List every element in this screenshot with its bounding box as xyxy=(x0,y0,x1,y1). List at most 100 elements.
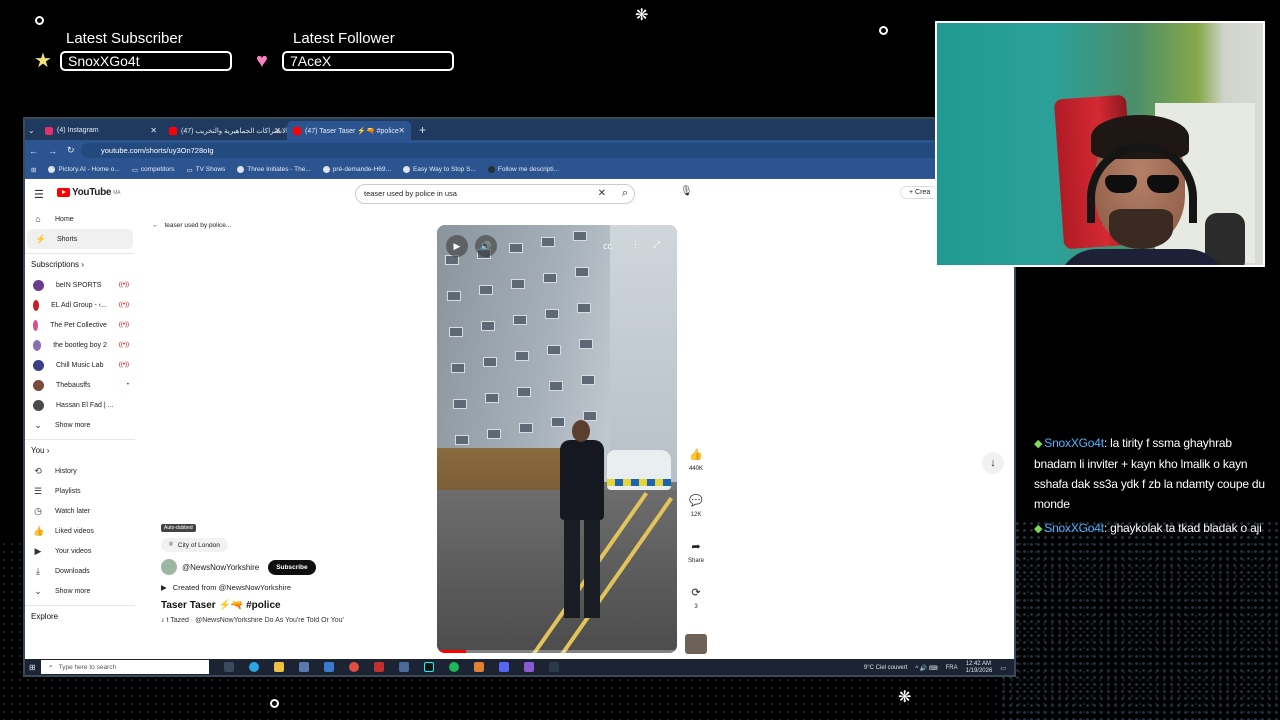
bookmark-item[interactable]: Three Initiates - The... xyxy=(237,166,311,173)
address-bar[interactable]: youtube.com/shorts/uy3On728oIg xyxy=(81,143,994,158)
play-button-icon[interactable]: ▶ xyxy=(446,235,468,257)
watch-later-icon: ◷ xyxy=(34,505,42,516)
search-icon[interactable]: ⌕ xyxy=(622,184,628,202)
remix-button[interactable]: ⟳ 3 xyxy=(685,587,707,633)
subscription-item[interactable]: Chill Music Lab ((•)) xyxy=(25,355,135,375)
close-icon[interactable]: ✕ xyxy=(150,126,157,135)
more-options-icon[interactable]: ⋮ xyxy=(631,239,640,250)
app-icon[interactable] xyxy=(524,662,534,672)
next-short-button[interactable]: ↓ xyxy=(982,452,1004,474)
comments-button[interactable]: 💬 12K xyxy=(685,495,707,541)
tiktok-icon[interactable] xyxy=(424,662,434,672)
windows-start-icon[interactable]: ⊞ xyxy=(29,663,36,672)
sidebar-item-home[interactable]: ⌂ Home xyxy=(25,209,135,229)
task-view-icon[interactable] xyxy=(224,662,234,672)
show-more-you[interactable]: ⌄ Show more xyxy=(25,581,135,601)
channel-avatar[interactable] xyxy=(161,559,177,575)
obs-icon[interactable] xyxy=(374,662,384,672)
explore-heading[interactable]: Explore xyxy=(25,605,135,627)
channel-avatar xyxy=(33,319,39,331)
discord-icon[interactable] xyxy=(499,662,509,672)
bookmark-item[interactable]: Pictory.AI - Home o... xyxy=(48,166,120,173)
subscription-item[interactable]: Thebausffs • xyxy=(25,375,135,395)
edge-icon[interactable] xyxy=(249,662,259,672)
file-explorer-icon[interactable] xyxy=(274,662,284,672)
subscription-item[interactable]: beIN SPORTS ((•)) xyxy=(25,275,135,295)
webcam-person-body xyxy=(1057,249,1227,265)
tab-taser-short[interactable]: (47) Taser Taser ⚡🔫 #police ✕ xyxy=(287,121,411,140)
tab-youtube-arabic[interactable]: (47) الاشتراكات الجماهيرية والتخريب... ✕ xyxy=(163,121,287,140)
sidebar-item-history[interactable]: ⟲ History xyxy=(25,461,135,481)
short-video-player[interactable]: ▶ 🔊 ㏄ ⋮ ⤢ xyxy=(437,225,677,653)
video-progress-bar[interactable] xyxy=(437,650,677,653)
bookmark-item[interactable]: pré-demande-H69... xyxy=(322,166,391,173)
subscription-item[interactable]: the bootleg boy 2 ((•)) xyxy=(25,335,135,355)
subscriptions-heading[interactable]: Subscriptions › xyxy=(25,253,135,275)
app-icon[interactable] xyxy=(324,662,334,672)
captions-icon[interactable]: ㏄ xyxy=(603,239,612,252)
clear-search-icon[interactable]: ✕ xyxy=(598,185,606,203)
location-chip[interactable]: ⌾ City of London xyxy=(161,538,228,552)
sidebar-item-watch-later[interactable]: ◷ Watch later xyxy=(25,501,135,521)
apps-grid-icon[interactable]: ⊞ xyxy=(31,166,36,174)
create-button[interactable]: + Crea xyxy=(900,186,940,199)
tray-icons[interactable]: ^ 🔊 ⌨ xyxy=(915,665,937,672)
tab-menu-icon[interactable]: ⌄ xyxy=(25,121,39,140)
microphone-icon[interactable]: 🎙 xyxy=(680,186,693,197)
youtube-logo[interactable]: YouTube MA xyxy=(57,187,120,198)
close-icon[interactable]: ✕ xyxy=(398,126,405,135)
video-frame-window xyxy=(549,381,563,391)
bookmark-folder[interactable]: ▭ TV Shows xyxy=(187,166,226,174)
created-from[interactable]: ▶ Created from @NewsNowYorkshire xyxy=(161,583,401,592)
menu-icon[interactable]: ☰ xyxy=(34,188,44,201)
spotify-icon[interactable] xyxy=(449,662,459,672)
bookmark-item[interactable]: Follow me descripti... xyxy=(487,166,559,173)
short-metadata: Auto-dubbed ⌾ City of London @NewsNowYork… xyxy=(161,524,401,624)
language-indicator[interactable]: FRA xyxy=(946,665,958,671)
volume-icon[interactable]: 🔊 xyxy=(475,235,497,257)
tab-instagram[interactable]: (4) Instagram ✕ xyxy=(39,121,163,140)
reload-icon[interactable]: ↻ xyxy=(67,145,75,156)
subscription-item[interactable]: Hassan El Fad | ... xyxy=(25,395,135,415)
share-button[interactable]: ➦ Share xyxy=(685,541,707,587)
fullscreen-icon[interactable]: ⤢ xyxy=(653,239,660,250)
close-icon[interactable]: ✕ xyxy=(274,126,281,135)
sidebar-item-your-videos[interactable]: ▶ Your videos xyxy=(25,541,135,561)
show-more-subscriptions[interactable]: ⌄ Show more xyxy=(25,415,135,435)
sidebar-item-shorts[interactable]: ⚡ Shorts xyxy=(27,229,133,249)
bookmark-item[interactable]: Easy Way to Stop S... xyxy=(402,166,476,173)
store-icon[interactable] xyxy=(299,662,309,672)
clock[interactable]: 12:42 AM 1/19/2026 xyxy=(966,661,993,675)
app-icon[interactable] xyxy=(399,662,409,672)
taskbar-search[interactable]: ⌕ Type here to search xyxy=(41,660,209,674)
music-ticker[interactable]: ♪ t Tazed · @NewsNowYorkshire Do As You'… xyxy=(161,617,401,624)
notifications-icon[interactable]: ▭ xyxy=(1000,665,1006,672)
subscription-item[interactable]: The Pet Collective ((•)) xyxy=(25,315,135,335)
back-to-search[interactable]: ← teaser used by police... xyxy=(152,222,231,229)
app-icon[interactable] xyxy=(474,662,484,672)
subscribe-button[interactable]: Subscribe xyxy=(268,559,316,575)
thumbs-up-icon: 👍 xyxy=(689,449,703,461)
like-button[interactable]: 👍 440K xyxy=(685,449,707,495)
terminal-icon[interactable] xyxy=(549,662,559,672)
bookmark-folder[interactable]: ▭ competitors xyxy=(132,166,175,174)
sidebar-item-downloads[interactable]: ⤓ Downloads xyxy=(25,561,135,581)
subscription-item[interactable]: EL Adl Group - ‹... ((•)) xyxy=(25,295,135,315)
video-frame-window xyxy=(541,237,555,247)
chat-username[interactable]: SnoxXGo4t xyxy=(1044,521,1104,535)
chrome-icon[interactable] xyxy=(349,662,359,672)
search-icon: ⌕ xyxy=(49,663,53,670)
sidebar-item-playlists[interactable]: ☰ Playlists xyxy=(25,481,135,501)
video-frame-window xyxy=(581,375,595,385)
forward-arrow-icon[interactable]: → xyxy=(48,146,57,156)
new-tab-button[interactable]: + xyxy=(411,121,434,140)
sidebar-item-liked-videos[interactable]: 👍 Liked videos xyxy=(25,521,135,541)
you-heading[interactable]: You › xyxy=(25,439,135,461)
sound-thumbnail[interactable] xyxy=(685,634,707,654)
back-arrow-icon[interactable]: ← xyxy=(29,146,38,156)
chat-username[interactable]: SnoxXGo4t xyxy=(1044,436,1104,450)
channel-name[interactable]: @NewsNowYorkshire xyxy=(182,563,259,572)
search-input[interactable]: teaser used by police in usa ✕ ⌕ xyxy=(355,184,635,204)
weather-widget[interactable]: 9°C Ciel couvert xyxy=(864,665,907,671)
webcam-feed xyxy=(935,21,1265,267)
